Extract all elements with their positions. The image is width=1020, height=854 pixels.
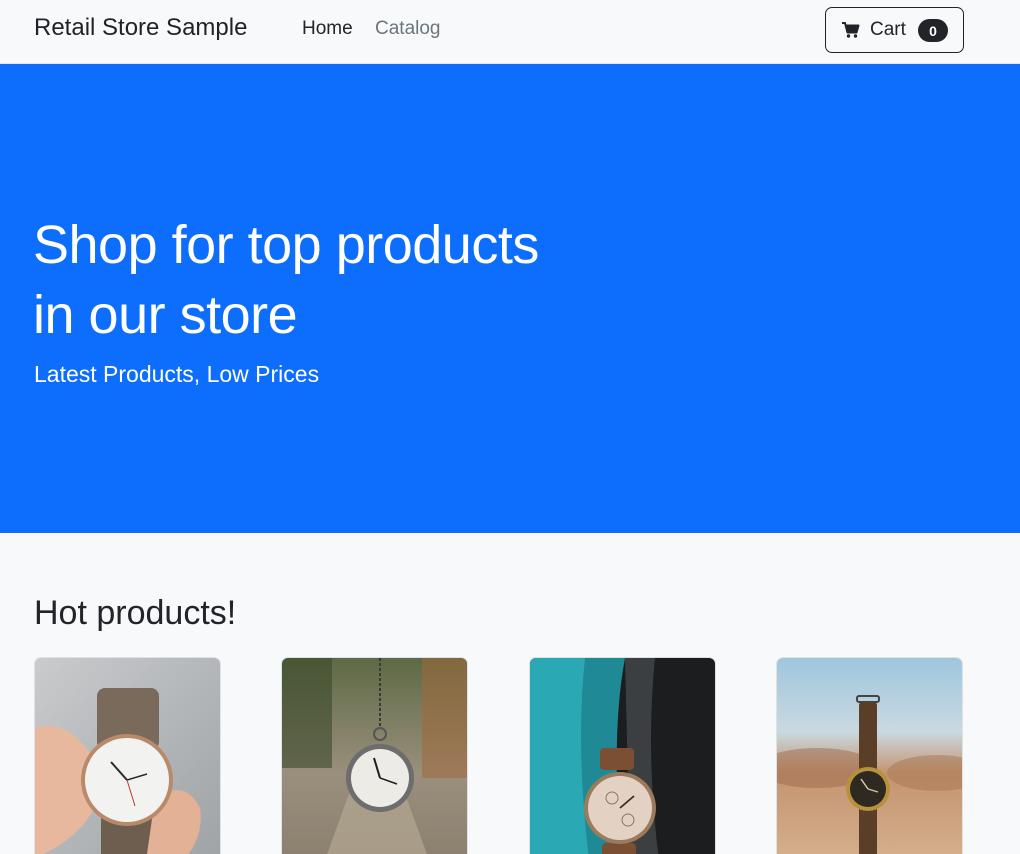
hero-title: Shop for top products in our store <box>33 210 653 350</box>
navbar: Retail Store Sample Home Catalog Cart 0 <box>0 0 1020 64</box>
cart-icon <box>841 20 861 40</box>
product-image-2 <box>282 658 467 854</box>
product-image-4 <box>777 658 962 854</box>
product-card-4[interactable] <box>776 657 963 854</box>
nav-link-home[interactable]: Home <box>302 18 353 40</box>
hot-products-heading: Hot products! <box>34 594 237 632</box>
cart-label: Cart <box>870 19 906 40</box>
hero-title-line2: in our store <box>33 285 298 345</box>
nav-link-catalog[interactable]: Catalog <box>375 18 441 40</box>
product-card-1[interactable] <box>34 657 221 854</box>
hero-subtitle: Latest Products, Low Prices <box>34 361 320 387</box>
cart-button[interactable]: Cart 0 <box>825 7 964 53</box>
product-card-3[interactable] <box>529 657 716 854</box>
product-image-1 <box>35 658 220 854</box>
hero-banner: Shop for top products in our store Lates… <box>0 64 1020 533</box>
brand-link[interactable]: Retail Store Sample <box>34 14 247 42</box>
product-card-2[interactable] <box>281 657 468 854</box>
cart-count-badge: 0 <box>918 19 948 42</box>
hero-title-line1: Shop for top products <box>33 215 539 275</box>
product-image-3 <box>530 658 715 854</box>
